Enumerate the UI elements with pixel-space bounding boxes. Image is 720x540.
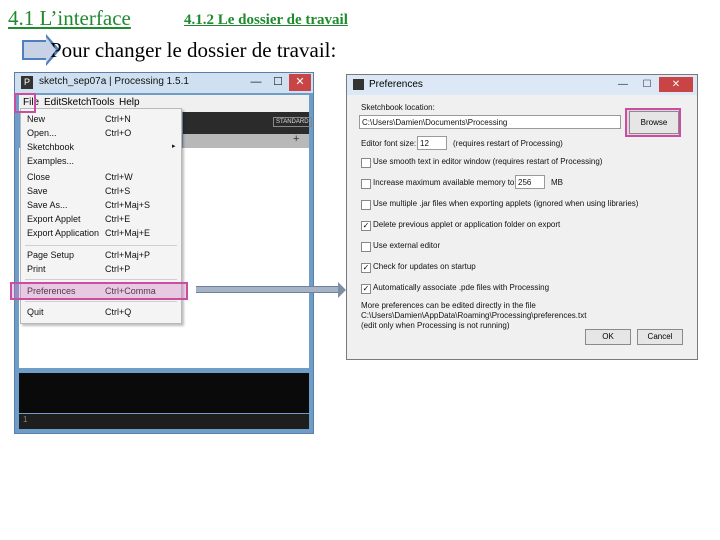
external-editor-checkbox[interactable] bbox=[361, 242, 371, 252]
max-memory-checkbox[interactable] bbox=[361, 179, 371, 189]
mode-button[interactable]: STANDARD bbox=[273, 117, 312, 127]
menu-item-export-applet[interactable]: Export Applet Ctrl+E bbox=[21, 213, 181, 227]
cancel-button[interactable]: Cancel bbox=[637, 329, 683, 345]
preferences-file-path: C:\Users\Damien\AppData\Roaming\Processi… bbox=[361, 311, 587, 320]
processing-app-icon: P bbox=[21, 76, 33, 89]
sketchbook-location-label: Sketchbook location: bbox=[361, 103, 435, 112]
memory-field[interactable]: 256 bbox=[515, 175, 545, 189]
menu-item-quit[interactable]: Quit Ctrl+Q bbox=[21, 306, 181, 320]
multiple-jar-checkbox[interactable] bbox=[361, 200, 371, 210]
font-size-note: (requires restart of Processing) bbox=[453, 139, 563, 148]
arrow-right-icon bbox=[22, 34, 60, 66]
check-updates-checkbox[interactable]: ✓ bbox=[361, 263, 371, 273]
minimize-button[interactable]: — bbox=[611, 77, 635, 92]
memory-unit: MB bbox=[551, 178, 563, 187]
maximize-button[interactable]: ☐ bbox=[267, 74, 289, 91]
external-editor-label: Use external editor bbox=[373, 241, 441, 250]
minimize-button[interactable]: — bbox=[245, 74, 267, 91]
menu-item-print[interactable]: Print Ctrl+P bbox=[21, 263, 181, 277]
preferences-title-bar: Preferences — ☐ ✕ bbox=[347, 75, 697, 95]
menu-item-save[interactable]: Save Ctrl+S bbox=[21, 185, 181, 199]
tab-bar: + bbox=[183, 133, 309, 148]
menu-help[interactable]: Help bbox=[119, 97, 140, 108]
slide-heading: 4.1 L’interface bbox=[8, 6, 131, 30]
browse-button[interactable]: Browse bbox=[629, 111, 679, 134]
smooth-text-checkbox[interactable] bbox=[361, 158, 371, 168]
preferences-note-3: (edit only when Processing is not runnin… bbox=[361, 321, 510, 330]
menu-item-close[interactable]: Close Ctrl+W bbox=[21, 171, 181, 185]
menu-item-sketchbook[interactable]: Sketchbook ▸ bbox=[21, 141, 181, 155]
preferences-highlight bbox=[10, 282, 188, 300]
check-updates-label: Check for updates on startup bbox=[373, 262, 476, 271]
menu-sketch[interactable]: Sketch bbox=[61, 97, 92, 108]
menu-item-export-application[interactable]: Export Application Ctrl+Maj+E bbox=[21, 227, 181, 241]
delete-previous-label: Delete previous applet or application fo… bbox=[373, 220, 561, 229]
menu-item-page-setup[interactable]: Page Setup Ctrl+Maj+P bbox=[21, 249, 181, 263]
menu-edit[interactable]: Edit bbox=[44, 97, 61, 108]
menu-separator bbox=[25, 301, 177, 302]
connector-arrow-icon bbox=[196, 282, 346, 298]
submenu-arrow-icon: ▸ bbox=[172, 143, 176, 150]
max-memory-label: Increase maximum available memory to bbox=[373, 178, 515, 187]
add-tab-icon[interactable]: + bbox=[293, 133, 299, 145]
toolbar: STANDARD bbox=[183, 112, 312, 134]
sketchbook-path-field[interactable]: C:\Users\Damien\Documents\Processing bbox=[359, 115, 621, 129]
ok-button[interactable]: OK bbox=[585, 329, 631, 345]
preferences-app-icon bbox=[353, 79, 364, 90]
associate-pde-checkbox[interactable]: ✓ bbox=[361, 284, 371, 294]
font-size-field[interactable]: 12 bbox=[417, 136, 447, 150]
console bbox=[19, 373, 309, 413]
instruction-text: Pour changer le dossier de travail: bbox=[50, 38, 337, 62]
smooth-text-label: Use smooth text in editor window (requir… bbox=[373, 157, 603, 166]
menu-separator bbox=[25, 279, 177, 280]
slide-subheading: 4.1.2 Le dossier de travail bbox=[184, 12, 348, 28]
preferences-window: Preferences — ☐ ✕ Sketchbook location: C… bbox=[346, 74, 698, 360]
multiple-jar-label: Use multiple .jar files when exporting a… bbox=[373, 199, 639, 208]
title-bar: P sketch_sep07a | Processing 1.5.1 — ☐ ✕ bbox=[15, 73, 313, 93]
file-menu-highlight bbox=[14, 93, 36, 113]
menu-separator bbox=[25, 245, 177, 246]
status-bar: 1 bbox=[19, 414, 309, 429]
preferences-title: Preferences bbox=[369, 79, 423, 90]
line-number: 1 bbox=[23, 415, 28, 424]
delete-previous-checkbox[interactable]: ✓ bbox=[361, 221, 371, 231]
preferences-note-1: More preferences can be edited directly … bbox=[361, 301, 536, 310]
menu-tools[interactable]: Tools bbox=[91, 97, 114, 108]
font-size-label: Editor font size: bbox=[361, 139, 417, 148]
close-button[interactable]: ✕ bbox=[659, 77, 693, 92]
window-title: sketch_sep07a | Processing 1.5.1 bbox=[39, 76, 189, 87]
maximize-button[interactable]: ☐ bbox=[635, 77, 659, 92]
associate-pde-label: Automatically associate .pde files with … bbox=[373, 283, 550, 292]
menu-item-open[interactable]: Open... Ctrl+O bbox=[21, 127, 181, 141]
close-button[interactable]: ✕ bbox=[289, 74, 311, 91]
menu-item-new[interactable]: New Ctrl+N bbox=[21, 113, 181, 127]
menu-item-examples[interactable]: Examples... bbox=[21, 155, 181, 169]
menu-item-save-as[interactable]: Save As... Ctrl+Maj+S bbox=[21, 199, 181, 213]
